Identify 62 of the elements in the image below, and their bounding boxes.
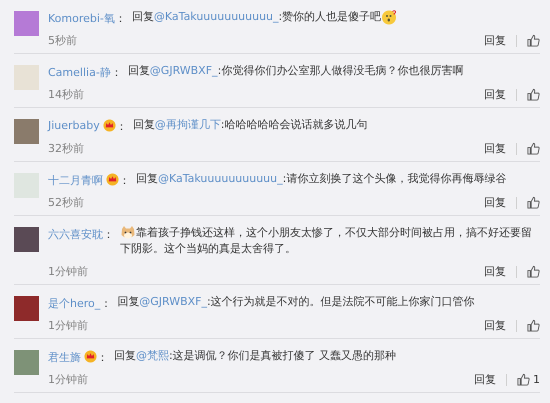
user-name-link[interactable]: Camellia-静 [48, 65, 111, 80]
like-button[interactable] [527, 265, 540, 278]
reply-button[interactable]: 回复 [484, 318, 506, 334]
timestamp: 14秒前 [48, 87, 85, 102]
reply-button[interactable]: 回复 [484, 87, 506, 102]
comment-text: 回复@GJRWBXF_:你觉得你们办公室那人做得没毛病？你也很厉害啊 [128, 63, 464, 79]
avatar-photo-placeholder[interactable] [14, 296, 39, 322]
comment-text: 回复@KaTakuuuuuuuuuuu_:请你立刻换了这个头像，我觉得你再侮辱绿谷 [136, 171, 506, 187]
avatar-photo-placeholder[interactable] [14, 119, 39, 144]
reply-button[interactable]: 回复 [474, 372, 496, 388]
reply-button[interactable]: 回复 [484, 33, 506, 48]
user-name-link[interactable]: 君生旖 [48, 350, 81, 366]
avatar-photo-placeholder[interactable] [14, 11, 39, 36]
user-name-link[interactable]: Komorebi-氧 [48, 11, 115, 26]
like-button[interactable] [527, 196, 540, 209]
thumbs-up-icon [527, 196, 540, 209]
thumbs-up-icon [517, 373, 530, 386]
like-button[interactable] [527, 34, 540, 47]
avatar-photo-placeholder[interactable] [14, 350, 39, 376]
colon-text: ： [100, 296, 112, 312]
like-button[interactable] [527, 88, 540, 101]
colon-text: ： [119, 173, 130, 188]
comment-text: 回复@KaTakuuuuuuuuuuu_:赞你的人也是傻子吧 [132, 9, 398, 26]
timestamp: 1分钟前 [48, 372, 89, 388]
comment-text: 回复@GJRWBXF_:这个行为就是不对的。但是法院不可能上你家门口管你 [117, 294, 475, 310]
timestamp: 52秒前 [48, 195, 85, 210]
comment-text: 回复@梵熙:这是调侃？你们是真被打傻了 又蠢又愚的那种 [114, 348, 396, 364]
user-name-link[interactable]: 十二月青啊 [48, 173, 103, 188]
avatar-photo-placeholder[interactable] [14, 227, 39, 252]
timestamp: 1分钟前 [48, 318, 89, 334]
timestamp: 32秒前 [48, 141, 85, 156]
timestamp: 1分钟前 [48, 264, 89, 280]
colon-text: ： [114, 11, 126, 26]
reply-button[interactable]: 回复 [484, 195, 506, 210]
mention-link[interactable]: @GJRWBXF_ [150, 64, 218, 77]
thumbs-up-icon [527, 34, 540, 47]
user-name-link[interactable]: 是个hero_ [48, 296, 100, 312]
user-name-link[interactable]: 六六喜安耽 [48, 227, 103, 242]
colon-text: ： [103, 227, 114, 242]
reply-button[interactable]: 回复 [484, 141, 506, 156]
like-button[interactable]: 1 [517, 373, 540, 386]
mention-link[interactable]: @KaTakuuuuuuuuuuu_ [158, 172, 283, 185]
mention-link[interactable]: @KaTakuuuuuuuuuuu_ [154, 10, 279, 24]
user-name-link[interactable]: Jiuerbaby [48, 119, 100, 132]
thumbs-up-icon [527, 142, 540, 155]
like-button[interactable] [527, 319, 540, 332]
thumbs-up-icon [527, 265, 540, 278]
like-button[interactable] [527, 142, 540, 155]
colon-text: ： [97, 350, 108, 366]
timestamp: 5秒前 [48, 33, 78, 48]
colon-text: ： [110, 65, 122, 80]
mention-link[interactable]: @GJRWBXF_ [139, 295, 208, 308]
comment-text: 回复@再拘谨几下:哈哈哈哈哈会说话就多说几句 [132, 117, 368, 133]
avatar-photo-placeholder[interactable] [14, 65, 39, 90]
thumbs-up-icon [527, 88, 540, 101]
mention-link[interactable]: @梵熙 [136, 349, 169, 362]
thumbs-up-icon [527, 319, 540, 332]
comment-text: 靠着孩子挣钱还这样，这个小朋友太惨了，不仅大部分时间被占用，搞不好还要留下阴影。这个当妈的真是太舍得了。 [120, 225, 533, 258]
reply-button[interactable]: 回复 [484, 264, 506, 280]
colon-text: ： [116, 119, 127, 134]
mention-link[interactable]: @再拘谨几下 [154, 118, 221, 131]
like-count: 1 [533, 373, 540, 386]
